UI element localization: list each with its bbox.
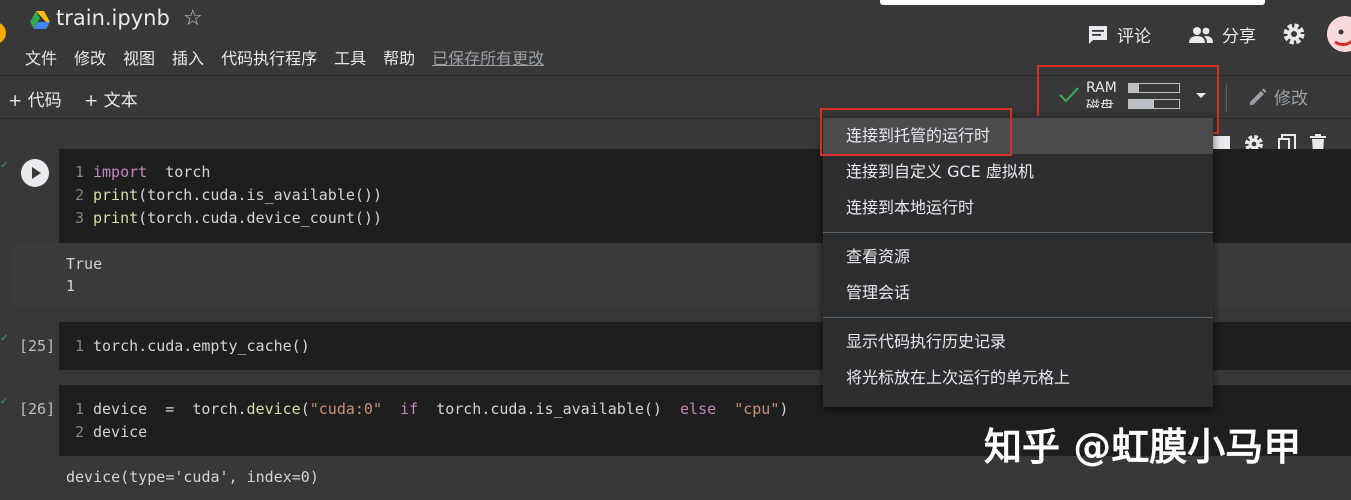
code-text: (torch.cuda.is_available()) bbox=[138, 186, 382, 204]
code-string: "cpu" bbox=[734, 400, 780, 418]
menu-item-view-resources[interactable]: 查看资源 bbox=[823, 239, 1213, 275]
run-cell-button[interactable] bbox=[21, 159, 49, 187]
code-text: (torch.cuda.device_count()) bbox=[138, 209, 382, 227]
code-text: ( bbox=[300, 400, 310, 418]
line-number: 1 bbox=[75, 400, 85, 418]
line-number: 3 bbox=[75, 209, 85, 227]
cell-run-status-icon: ✓ bbox=[0, 160, 9, 171]
pencil-icon bbox=[1250, 88, 1267, 105]
menu-divider bbox=[823, 317, 1213, 318]
execution-count[interactable]: [25] bbox=[19, 337, 55, 355]
menu-bar: 文件 修改 视图 插入 代码执行程序 工具 帮助 已保存所有更改 bbox=[25, 45, 544, 69]
comment-icon bbox=[1089, 25, 1107, 44]
code-text: device bbox=[93, 423, 148, 441]
code-function: print bbox=[93, 186, 139, 204]
star-icon[interactable]: ☆ bbox=[183, 6, 203, 31]
code-keyword: else bbox=[661, 400, 735, 418]
menu-divider bbox=[823, 232, 1213, 233]
edit-button[interactable]: 修改 bbox=[1248, 84, 1308, 109]
menu-file[interactable]: 文件 bbox=[25, 45, 57, 69]
menu-item-execution-history[interactable]: 显示代码执行历史记录 bbox=[823, 324, 1213, 360]
drive-icon[interactable] bbox=[30, 11, 50, 29]
saved-status-link[interactable]: 已保存所有更改 bbox=[432, 45, 544, 69]
code-text: device bbox=[93, 400, 148, 418]
execution-count[interactable]: [26] bbox=[19, 400, 55, 418]
watermark: 知乎 @虹膜小马甲 bbox=[984, 425, 1302, 469]
code-keyword: import bbox=[93, 163, 148, 181]
menu-help[interactable]: 帮助 bbox=[383, 45, 415, 69]
code-keyword: if bbox=[382, 400, 437, 418]
colab-logo[interactable] bbox=[0, 22, 6, 44]
runtime-connect-menu: 连接到托管的运行时 连接到自定义 GCE 虚拟机 连接到本地运行时 查看资源 管… bbox=[823, 116, 1213, 407]
line-number: 2 bbox=[75, 423, 85, 441]
comment-label: 评论 bbox=[1117, 27, 1151, 47]
comment-button[interactable]: 评论 bbox=[1087, 22, 1151, 47]
share-label: 分享 bbox=[1222, 27, 1256, 47]
cell-gutter bbox=[11, 149, 59, 243]
cell-run-status-icon: ✓ bbox=[0, 333, 9, 344]
menu-item-manage-sessions[interactable]: 管理会话 bbox=[823, 275, 1213, 311]
add-text-button[interactable]: + 文本 bbox=[84, 86, 138, 111]
people-icon bbox=[1189, 26, 1213, 43]
menu-item-connect-local[interactable]: 连接到本地运行时 bbox=[823, 190, 1213, 226]
gear-icon[interactable] bbox=[1282, 22, 1306, 46]
line-number: 2 bbox=[75, 186, 85, 204]
header: train.ipynb ☆ 文件 修改 视图 插入 代码执行程序 工具 帮助 已… bbox=[0, 0, 1351, 75]
avatar[interactable] bbox=[1327, 16, 1351, 52]
menu-runtime[interactable]: 代码执行程序 bbox=[221, 45, 317, 69]
menu-item-connect-gce[interactable]: 连接到自定义 GCE 虚拟机 bbox=[823, 154, 1213, 190]
code-text: torch.cuda.empty_cache() bbox=[93, 337, 310, 355]
share-button[interactable]: 分享 bbox=[1188, 22, 1256, 47]
code-function: print bbox=[93, 209, 139, 227]
cell-run-status-icon: ✓ bbox=[0, 396, 9, 407]
toolbar-divider bbox=[1226, 84, 1227, 112]
code-text: ) bbox=[779, 400, 789, 418]
menu-edit[interactable]: 修改 bbox=[74, 45, 106, 69]
edit-label: 修改 bbox=[1274, 89, 1308, 109]
notebook-title[interactable]: train.ipynb bbox=[56, 6, 170, 30]
menu-item-go-to-last-cell[interactable]: 将光标放在上次运行的单元格上 bbox=[823, 360, 1213, 396]
line-number: 1 bbox=[75, 163, 85, 181]
menu-insert[interactable]: 插入 bbox=[172, 45, 204, 69]
code-string: "cuda:0" bbox=[309, 400, 382, 418]
code-text: torch bbox=[147, 163, 211, 181]
menu-tools[interactable]: 工具 bbox=[334, 45, 366, 69]
code-text: = torch. bbox=[147, 400, 247, 418]
line-number: 1 bbox=[75, 337, 85, 355]
add-code-button[interactable]: + 代码 bbox=[8, 86, 62, 111]
menu-item-highlight bbox=[820, 108, 1012, 156]
menu-view[interactable]: 视图 bbox=[123, 45, 155, 69]
code-function: device bbox=[246, 400, 301, 418]
search-bar[interactable] bbox=[880, 0, 1265, 5]
avatar-image bbox=[1327, 16, 1351, 52]
code-text: torch.cuda.is_available() bbox=[436, 400, 662, 418]
